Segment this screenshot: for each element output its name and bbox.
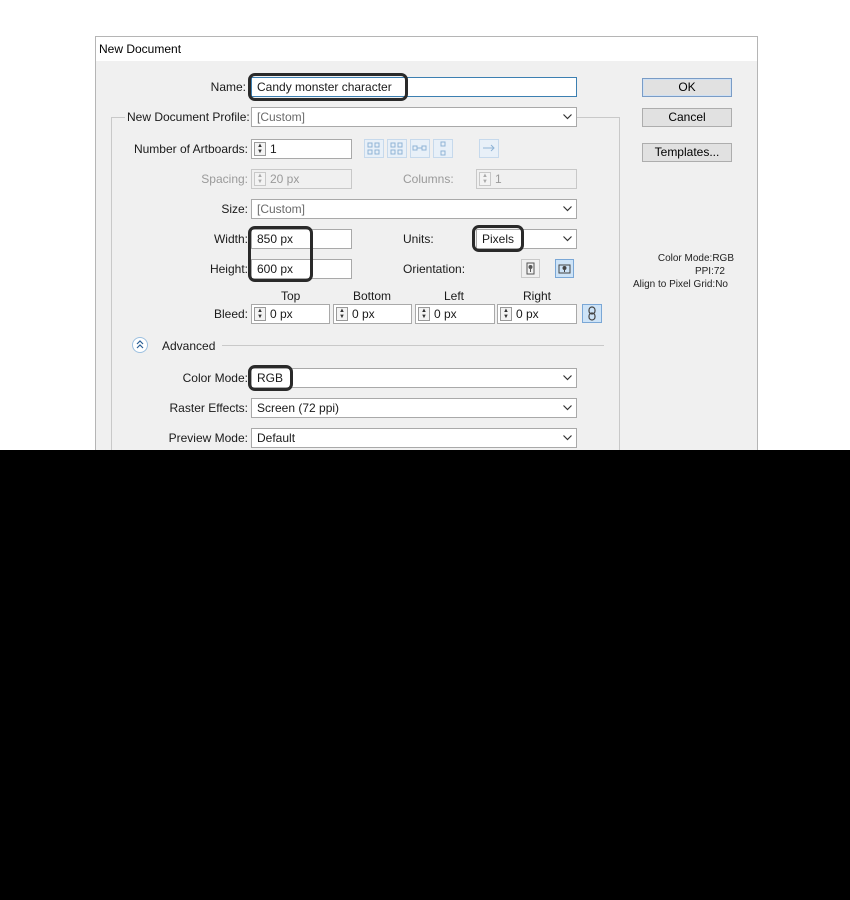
advanced-label: Advanced	[162, 339, 216, 353]
info-pixel-grid: Align to Pixel Grid:No	[632, 279, 728, 290]
bleed-bottom-label: Bottom	[353, 289, 392, 303]
color-mode-dropdown[interactable]: RGB	[251, 368, 577, 388]
spacing-value: 20 px	[270, 172, 300, 186]
bleed-bottom-stepper[interactable]: ▲ ▼ 0 px	[333, 304, 412, 324]
info-ppi: PPI:72	[694, 266, 725, 277]
spinner-icon[interactable]: ▲ ▼	[254, 142, 266, 156]
collapse-chevron-icon[interactable]	[132, 337, 148, 353]
bleed-top-stepper[interactable]: ▲ ▼ 0 px	[251, 304, 330, 324]
spinner-icon[interactable]: ▲ ▼	[336, 307, 348, 321]
profile-label: New Document Profile:	[125, 110, 252, 124]
link-icon[interactable]	[582, 304, 602, 323]
size-dropdown[interactable]: [Custom]	[251, 199, 577, 219]
profile-dropdown[interactable]: [Custom]	[251, 107, 577, 127]
chevron-down-icon	[558, 200, 576, 218]
color-mode-label: Color Mode:	[182, 371, 248, 385]
preview-mode-dropdown[interactable]: Default	[251, 428, 577, 448]
columns-stepper: ▲ ▼ 1	[476, 169, 577, 189]
artboards-stepper[interactable]: ▲ ▼ 1	[251, 139, 352, 159]
ok-button[interactable]: OK	[642, 78, 732, 97]
bleed-right-stepper[interactable]: ▲ ▼ 0 px	[497, 304, 577, 324]
size-value: [Custom]	[257, 202, 306, 216]
height-label: Height:	[209, 262, 248, 276]
width-label: Width:	[213, 232, 248, 246]
advanced-divider	[222, 345, 604, 346]
chevron-down-icon	[558, 429, 576, 447]
name-label: Name:	[210, 80, 246, 94]
size-highlight	[248, 226, 313, 282]
color-mode-highlight	[248, 365, 293, 391]
preview-mode-value: Default	[257, 431, 296, 445]
arrange-by-column-icon[interactable]	[433, 139, 453, 158]
spacing-label: Spacing:	[201, 172, 248, 186]
dialog-title: New Document	[99, 42, 182, 56]
grid-by-row-icon[interactable]	[364, 139, 384, 158]
name-highlight	[248, 73, 408, 101]
units-label: Units:	[403, 232, 434, 246]
portrait-orientation-icon[interactable]	[521, 259, 540, 278]
units-highlight	[472, 225, 524, 252]
grid-by-column-icon[interactable]	[387, 139, 407, 158]
landscape-orientation-icon[interactable]	[555, 259, 574, 278]
bleed-left-label: Left	[444, 289, 465, 303]
raster-effects-value: Screen (72 ppi)	[257, 401, 340, 415]
right-to-left-layout-icon[interactable]	[479, 139, 499, 158]
bleed-right-label: Right	[523, 289, 552, 303]
spinner-icon[interactable]: ▲ ▼	[500, 307, 512, 321]
arrange-by-row-icon[interactable]	[410, 139, 430, 158]
chevron-down-icon	[558, 108, 576, 126]
spinner-icon[interactable]: ▲ ▼	[418, 307, 430, 321]
raster-effects-dropdown[interactable]: Screen (72 ppi)	[251, 398, 577, 418]
spinner-icon: ▲ ▼	[479, 172, 491, 186]
cancel-button[interactable]: Cancel	[642, 108, 732, 127]
bleed-top-label: Top	[281, 289, 301, 303]
document-info: Color Mode:RGB PPI:72 Align to Pixel Gri…	[600, 252, 734, 291]
bleed-top-value: 0 px	[270, 307, 293, 321]
chevron-down-icon	[558, 230, 576, 248]
raster-effects-label: Raster Effects:	[169, 401, 248, 415]
spacing-stepper: ▲ ▼ 20 px	[251, 169, 352, 189]
orientation-label: Orientation:	[403, 262, 466, 276]
preview-mode-label: Preview Mode:	[168, 431, 248, 445]
spinner-icon[interactable]: ▲ ▼	[254, 307, 266, 321]
title-bar	[96, 37, 757, 61]
columns-value: 1	[495, 172, 502, 186]
size-label: Size:	[221, 202, 248, 216]
templates-button[interactable]: Templates...	[642, 143, 732, 162]
bleed-label: Bleed:	[213, 307, 248, 321]
profile-value: [Custom]	[257, 110, 306, 124]
bleed-bottom-value: 0 px	[352, 307, 375, 321]
bleed-right-value: 0 px	[516, 307, 539, 321]
artboards-value: 1	[270, 142, 277, 156]
bleed-left-value: 0 px	[434, 307, 457, 321]
chevron-down-icon	[558, 399, 576, 417]
info-color-mode: Color Mode:RGB	[657, 253, 734, 264]
bleed-left-stepper[interactable]: ▲ ▼ 0 px	[415, 304, 495, 324]
chevron-down-icon	[558, 369, 576, 387]
artboards-label: Number of Artboards:	[133, 142, 248, 156]
black-area	[0, 450, 850, 900]
spinner-icon: ▲ ▼	[254, 172, 266, 186]
columns-label: Columns:	[403, 172, 454, 186]
